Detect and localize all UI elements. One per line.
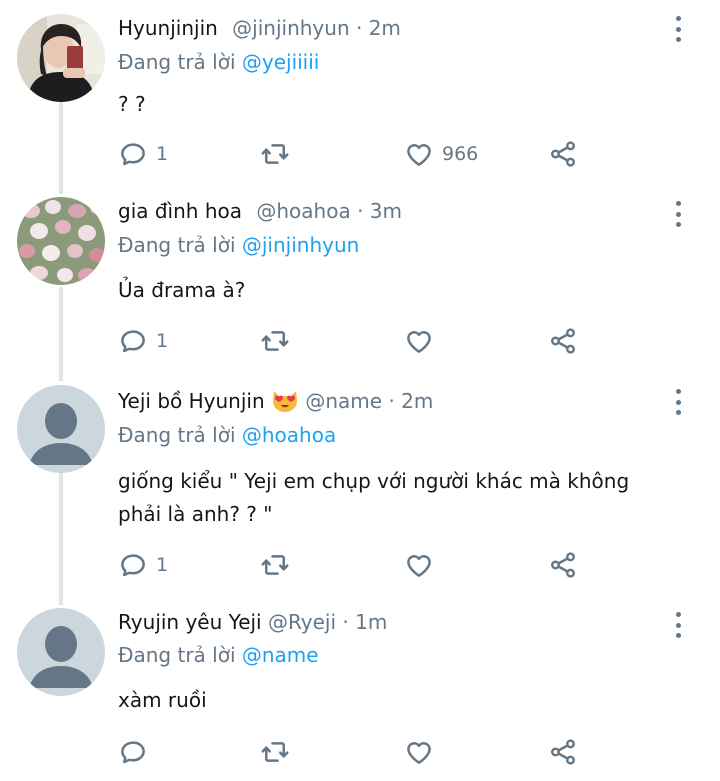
mention-link[interactable]: @yejiiiii [242, 50, 319, 74]
avatar[interactable] [17, 608, 105, 696]
user-handle[interactable]: @jinjinhyun [232, 16, 349, 40]
share-icon [548, 737, 578, 767]
timestamp[interactable]: 3m [370, 199, 402, 223]
reply-tweet[interactable]: gia đình hoa @hoahoa · 3m Đang trả lời @… [0, 197, 720, 367]
tweet-header: gia đình hoa @hoahoa · 3m [118, 197, 402, 225]
separator-dot: · [342, 610, 356, 634]
avatar[interactable] [17, 197, 105, 285]
tweet-text: giống kiểu " Yeji em chụp với người khác… [118, 465, 678, 531]
tweet-header: Ryujin yêu Yeji @Ryeji · 1m [118, 608, 387, 636]
timestamp[interactable]: 2m [401, 389, 433, 413]
share-button[interactable] [548, 325, 578, 357]
tweet-text: Ủa đrama à? [118, 278, 246, 302]
default-avatar-icon [17, 385, 105, 473]
reply-button[interactable]: 1 [118, 138, 168, 170]
share-icon [548, 139, 578, 169]
like-button[interactable]: 966 [404, 138, 478, 170]
display-name[interactable]: Ryujin yêu Yeji [118, 610, 262, 634]
reply-count: 1 [156, 143, 169, 165]
avatar[interactable] [17, 14, 105, 102]
reply-tweet[interactable]: Hyunjinjin @jinjinhyun · 2m Đang trả lời… [0, 14, 720, 184]
mention-link[interactable]: @name [242, 643, 319, 667]
retweet-button[interactable] [260, 549, 298, 581]
mention-link[interactable]: @jinjinhyun [242, 233, 359, 257]
timestamp[interactable]: 1m [355, 610, 387, 634]
more-options-icon[interactable] [674, 612, 682, 638]
display-name[interactable]: gia đình hoa [118, 199, 242, 223]
reply-tweet[interactable]: Yeji bồ Hyunjin @name · 2m Đang trả lời … [0, 385, 720, 585]
avatar[interactable] [17, 385, 105, 473]
user-handle[interactable]: @name [305, 389, 382, 413]
retweet-icon [260, 326, 290, 356]
like-icon [404, 737, 434, 767]
separator-dot: · [357, 199, 370, 223]
reply-icon [118, 550, 148, 580]
more-options-icon[interactable] [674, 201, 682, 227]
retweet-button[interactable] [260, 325, 298, 357]
heart-eyes-cat-emoji [273, 391, 297, 412]
reply-button[interactable]: 1 [118, 325, 168, 357]
retweet-icon [260, 139, 290, 169]
more-options-icon[interactable] [674, 389, 682, 415]
default-avatar-icon [17, 608, 105, 696]
display-name[interactable]: Yeji bồ Hyunjin [118, 389, 265, 413]
user-handle[interactable]: @hoahoa [256, 199, 350, 223]
reply-count: 1 [156, 330, 169, 352]
replying-to-label: Đang trả lời [118, 423, 236, 447]
share-button[interactable] [548, 736, 578, 768]
replying-to: Đang trả lời @name [118, 641, 319, 669]
replying-to: Đang trả lời @hoahoa [118, 421, 336, 449]
display-name[interactable]: Hyunjinjin [118, 16, 218, 40]
reply-count: 1 [156, 554, 169, 576]
action-bar: 1 [118, 325, 598, 357]
replying-to-label: Đang trả lời [118, 643, 236, 667]
share-icon [548, 326, 578, 356]
retweet-button[interactable] [260, 736, 298, 768]
reply-button[interactable]: 1 [118, 549, 168, 581]
like-button[interactable] [404, 325, 442, 357]
share-button[interactable] [548, 549, 578, 581]
tweet-text-line: phải là anh? ? " [118, 502, 273, 526]
like-button[interactable] [404, 736, 442, 768]
reply-tweet[interactable]: Ryujin yêu Yeji @Ryeji · 1m Đang trả lời… [0, 608, 720, 778]
replying-to: Đang trả lời @yejiiiii [118, 48, 319, 76]
tweet-header: Hyunjinjin @jinjinhyun · 2m [118, 14, 401, 42]
like-icon [404, 326, 434, 356]
action-bar: 1 966 [118, 138, 598, 170]
replying-to-label: Đang trả lời [118, 233, 236, 257]
reply-icon [118, 139, 148, 169]
mention-link[interactable]: @hoahoa [242, 423, 336, 447]
reply-icon [118, 737, 148, 767]
reply-icon [118, 326, 148, 356]
like-button[interactable] [404, 549, 442, 581]
retweet-icon [260, 737, 290, 767]
timestamp[interactable]: 2m [369, 16, 401, 40]
share-button[interactable] [548, 138, 578, 170]
tweet-text: ? ? [118, 92, 146, 116]
tweet-header: Yeji bồ Hyunjin @name · 2m [118, 387, 433, 415]
retweet-button[interactable] [260, 138, 298, 170]
separator-dot: · [355, 16, 369, 40]
action-bar: 1 [118, 549, 598, 581]
replying-to: Đang trả lời @jinjinhyun [118, 231, 359, 259]
replying-to-label: Đang trả lời [118, 50, 236, 74]
like-icon [404, 550, 434, 580]
tweet-text-line: giống kiểu " Yeji em chụp với người khác… [118, 469, 630, 493]
action-bar [118, 736, 598, 768]
separator-dot: · [388, 389, 402, 413]
retweet-icon [260, 550, 290, 580]
like-icon [404, 139, 434, 169]
share-icon [548, 550, 578, 580]
reply-button[interactable] [118, 736, 156, 768]
more-options-icon[interactable] [674, 16, 682, 42]
user-handle[interactable]: @Ryeji [268, 610, 336, 634]
tweet-text: xàm ruồi [118, 688, 207, 712]
like-count: 966 [442, 143, 479, 165]
